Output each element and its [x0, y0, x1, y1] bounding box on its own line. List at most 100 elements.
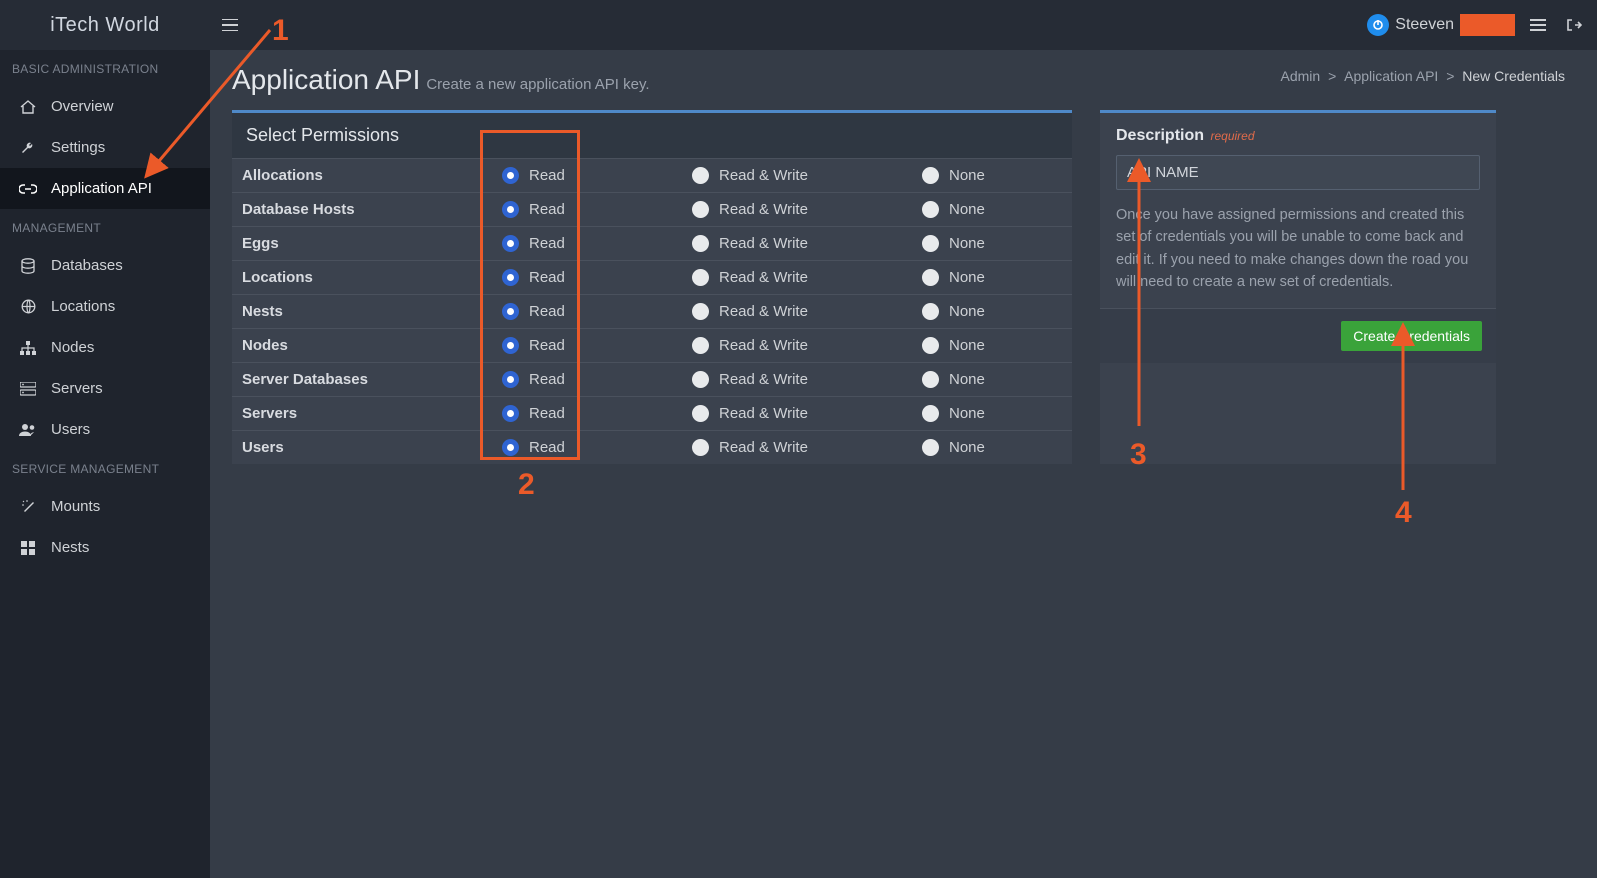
power-icon — [1367, 14, 1389, 36]
description-help: Once you have assigned permissions and c… — [1116, 204, 1480, 294]
sidebar-item-nodes[interactable]: Nodes — [0, 327, 210, 368]
description-required: required — [1210, 129, 1254, 143]
permissions-header: Select Permissions — [232, 113, 1072, 158]
home-icon — [19, 100, 37, 114]
breadcrumb: Admin > Application API > New Credential… — [1278, 68, 1567, 84]
permission-name: Nodes — [242, 337, 502, 354]
sidebar-section-mgmt: MANAGEMENT — [0, 209, 210, 245]
permission-read-radio[interactable]: Read — [502, 439, 692, 456]
sitemap-icon — [19, 341, 37, 355]
permission-read-radio[interactable]: Read — [502, 337, 692, 354]
permission-row: Server DatabasesReadRead & WriteNone — [232, 362, 1072, 396]
brand-logo: iTech World — [0, 14, 210, 37]
sidebar-item-servers[interactable]: Servers — [0, 368, 210, 409]
permission-read-radio[interactable]: Read — [502, 201, 692, 218]
sidebar-item-overview[interactable]: Overview — [0, 86, 210, 127]
permission-row: Database HostsReadRead & WriteNone — [232, 192, 1072, 226]
permissions-panel: Select Permissions AllocationsReadRead &… — [232, 110, 1072, 464]
permission-none-radio[interactable]: None — [922, 405, 1062, 422]
user-name: Steeven — [1395, 16, 1454, 34]
sidebar-label: Overview — [51, 98, 114, 115]
sidebar-label: Application API — [51, 180, 152, 197]
sidebar-label: Nests — [51, 539, 89, 556]
permission-read-radio[interactable]: Read — [502, 303, 692, 320]
topbar: iTech World Steeven — [0, 0, 1597, 50]
list-icon-button[interactable] — [1525, 19, 1551, 31]
permission-readwrite-radio[interactable]: Read & Write — [692, 269, 922, 286]
page-title: Application API — [232, 64, 420, 96]
permission-name: Nests — [242, 303, 502, 320]
permission-readwrite-radio[interactable]: Read & Write — [692, 167, 922, 184]
permission-read-radio[interactable]: Read — [502, 405, 692, 422]
breadcrumb-current: New Credentials — [1462, 68, 1565, 84]
logout-icon — [1566, 18, 1582, 32]
page-subtitle: Create a new application API key. — [426, 76, 649, 93]
permission-readwrite-radio[interactable]: Read & Write — [692, 303, 922, 320]
sidebar-item-nests[interactable]: Nests — [0, 527, 210, 568]
sidebar-section-svc: SERVICE MANAGEMENT — [0, 450, 210, 486]
list-icon — [1530, 19, 1546, 31]
hamburger-icon — [222, 19, 238, 31]
permission-none-radio[interactable]: None — [922, 201, 1062, 218]
sidebar-item-databases[interactable]: Databases — [0, 245, 210, 286]
permission-none-radio[interactable]: None — [922, 439, 1062, 456]
sidebar-label: Settings — [51, 139, 105, 156]
permission-none-radio[interactable]: None — [922, 235, 1062, 252]
hamburger-toggle[interactable] — [210, 19, 250, 31]
permission-name: Users — [242, 439, 502, 456]
permission-readwrite-radio[interactable]: Read & Write — [692, 235, 922, 252]
permission-readwrite-radio[interactable]: Read & Write — [692, 371, 922, 388]
sidebar-label: Servers — [51, 380, 103, 397]
breadcrumb-appapi[interactable]: Application API — [1344, 68, 1438, 84]
permission-row: NestsReadRead & WriteNone — [232, 294, 1072, 328]
permission-row: EggsReadRead & WriteNone — [232, 226, 1072, 260]
link-icon — [19, 184, 37, 194]
sidebar-item-locations[interactable]: Locations — [0, 286, 210, 327]
user-chip[interactable]: Steeven — [1367, 14, 1515, 36]
breadcrumb-admin[interactable]: Admin — [1280, 68, 1320, 84]
sidebar-item-users[interactable]: Users — [0, 409, 210, 450]
sidebar: BASIC ADMINISTRATION Overview Settings A… — [0, 50, 210, 878]
user-badge — [1460, 14, 1515, 36]
permission-row: ServersReadRead & WriteNone — [232, 396, 1072, 430]
create-credentials-button[interactable]: Create Credentials — [1341, 321, 1482, 351]
description-panel: Description required Once you have assig… — [1100, 110, 1496, 464]
globe-icon — [19, 299, 37, 314]
wrench-icon — [19, 140, 37, 156]
permission-name: Locations — [242, 269, 502, 286]
logout-button[interactable] — [1561, 18, 1587, 32]
sidebar-label: Locations — [51, 298, 115, 315]
description-input[interactable] — [1116, 155, 1480, 190]
sidebar-item-application-api[interactable]: Application API — [0, 168, 210, 209]
sidebar-section-basic: BASIC ADMINISTRATION — [0, 50, 210, 86]
description-label: Description — [1116, 127, 1204, 144]
permission-readwrite-radio[interactable]: Read & Write — [692, 405, 922, 422]
permission-read-radio[interactable]: Read — [502, 371, 692, 388]
permission-none-radio[interactable]: None — [922, 371, 1062, 388]
main-content: Application API Create a new application… — [210, 50, 1597, 878]
permission-row: AllocationsReadRead & WriteNone — [232, 158, 1072, 192]
permission-read-radio[interactable]: Read — [502, 235, 692, 252]
users-icon — [19, 423, 37, 436]
permission-name: Eggs — [242, 235, 502, 252]
sidebar-label: Databases — [51, 257, 123, 274]
server-icon — [19, 382, 37, 396]
sidebar-label: Mounts — [51, 498, 100, 515]
grid-icon — [19, 541, 37, 555]
permission-row: LocationsReadRead & WriteNone — [232, 260, 1072, 294]
permission-readwrite-radio[interactable]: Read & Write — [692, 439, 922, 456]
sidebar-item-settings[interactable]: Settings — [0, 127, 210, 168]
permission-none-radio[interactable]: None — [922, 337, 1062, 354]
permission-readwrite-radio[interactable]: Read & Write — [692, 337, 922, 354]
permission-none-radio[interactable]: None — [922, 269, 1062, 286]
sidebar-item-mounts[interactable]: Mounts — [0, 486, 210, 527]
permission-name: Server Databases — [242, 371, 502, 388]
permission-none-radio[interactable]: None — [922, 303, 1062, 320]
permission-name: Database Hosts — [242, 201, 502, 218]
permission-read-radio[interactable]: Read — [502, 167, 692, 184]
permission-read-radio[interactable]: Read — [502, 269, 692, 286]
permission-name: Servers — [242, 405, 502, 422]
database-icon — [19, 258, 37, 274]
permission-readwrite-radio[interactable]: Read & Write — [692, 201, 922, 218]
permission-none-radio[interactable]: None — [922, 167, 1062, 184]
